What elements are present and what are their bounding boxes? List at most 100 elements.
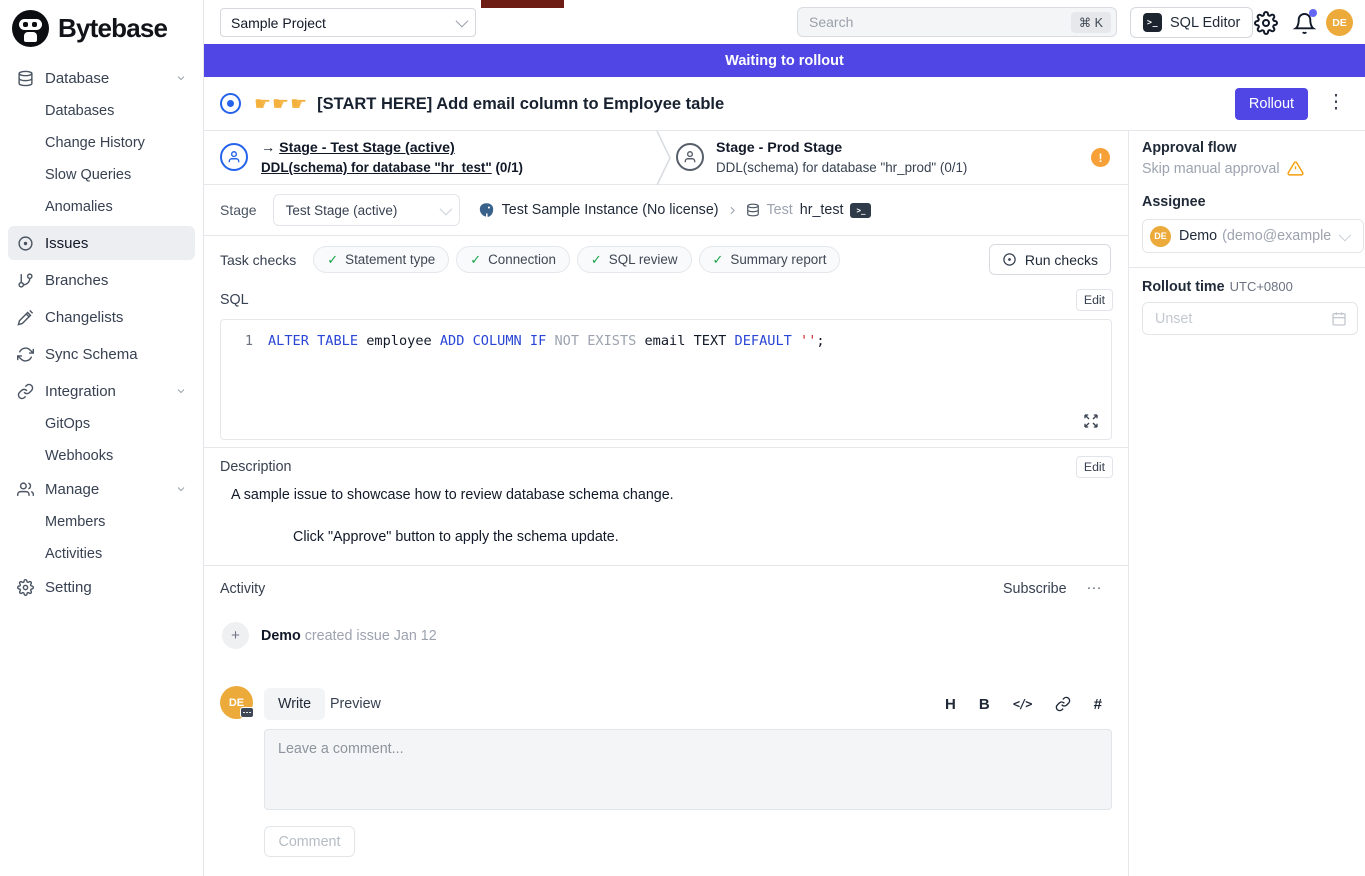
sidebar-item-sync-schema[interactable]: Sync Schema [8,337,195,371]
stage-task-link[interactable]: DDL(schema) for database "hr_test" [261,160,492,175]
sidebar-item-setting[interactable]: Setting [8,570,195,604]
environment-label: Test [767,202,793,218]
sidebar-item-branches[interactable]: Branches [8,263,195,297]
bytebase-logo-icon [12,10,49,47]
more-actions-icon[interactable]: … [1086,576,1103,594]
description-heading: Description [220,459,292,475]
sidebar-item-label: Branches [45,272,187,289]
divider [204,565,1128,566]
divider [1129,267,1365,268]
expand-icon[interactable] [1083,413,1099,429]
issue-header: ☛☛☛ [START HERE] Add email column to Emp… [204,77,1365,131]
calendar-icon [1331,311,1347,327]
skip-approval-text: Skip manual approval [1142,161,1280,177]
run-checks-label: Run checks [1025,252,1098,268]
target-icon [1002,252,1017,267]
tab-preview[interactable]: Preview [330,696,381,712]
pipeline-separator [655,131,673,185]
sidebar-item-label: Sync Schema [45,346,187,363]
notification-dot [1309,9,1317,17]
brand-name: Bytebase [58,13,167,44]
sidebar-item-anomalies[interactable]: Anomalies [8,191,195,223]
comment-button[interactable]: Comment [264,826,355,857]
stage-title[interactable]: Stage - Prod Stage [716,138,967,158]
assignee-select[interactable]: DE Demo (demo@example [1142,219,1364,253]
subscribe-button[interactable]: Subscribe [1003,581,1067,597]
tab-write[interactable]: Write [264,688,325,720]
stage-task-text: DDL(schema) for database "hr_prod" (0/1) [716,158,967,178]
link-icon [16,383,35,400]
rollout-time-placeholder: Unset [1155,311,1192,327]
settings-gear-icon[interactable] [1252,9,1280,37]
kebab-menu-icon[interactable]: ⋮ [1324,91,1348,114]
task-check-badge[interactable]: ✓ Statement type [313,246,449,273]
stage-select-value: Test Stage (active) [286,203,398,218]
sidebar-item-label: Setting [45,579,187,596]
sidebar-item-changelists[interactable]: Changelists [8,300,195,334]
search-input[interactable] [809,14,1071,30]
rollout-button[interactable]: Rollout [1235,88,1308,120]
task-check-label: Statement type [345,252,435,267]
check-icon: ✓ [470,252,481,268]
sidebar-item-change-history[interactable]: Change History [8,127,195,159]
sql-edit-button[interactable]: Edit [1076,289,1113,311]
check-icon: ✓ [327,252,338,268]
notification-bell-icon[interactable] [1290,9,1318,37]
stage-card-test[interactable]: → Stage - Test Stage (active) DDL(schema… [261,138,523,178]
sql-code-block: 1 ALTER TABLE employee ADD COLUMN IF NOT… [220,319,1112,440]
comment-input[interactable] [264,729,1112,810]
timezone-label: UTC+0800 [1230,279,1293,294]
task-checks-label: Task checks [220,252,296,268]
hash-format-icon[interactable]: # [1094,696,1102,713]
database-icon [16,70,35,87]
description-text: Click "Approve" button to apply the sche… [293,529,619,545]
terminal-icon: >_ [1143,13,1162,32]
status-banner-text: Waiting to rollout [725,53,844,69]
sidebar-item-label: Integration [45,383,165,400]
rollout-time-label: Rollout time [1142,279,1225,295]
task-check-badge[interactable]: ✓ Summary report [699,246,841,273]
run-checks-button[interactable]: Run checks [989,244,1111,275]
sidebar-item-databases[interactable]: Databases [8,95,195,127]
sql-code-line: 1 ALTER TABLE employee ADD COLUMN IF NOT… [221,320,1111,349]
sql-editor-button[interactable]: >_ SQL Editor [1130,7,1253,38]
project-select[interactable]: Sample Project [220,8,476,37]
instance-link[interactable]: Test Sample Instance (No license) [502,202,719,218]
stage-card-prod[interactable]: Stage - Prod Stage DDL(schema) for datab… [716,138,967,178]
sidebar-item-gitops[interactable]: GitOps [8,408,195,440]
search-box[interactable]: ⌘ K [797,7,1117,37]
recording-indicator [481,0,564,8]
warning-triangle-icon [1287,160,1304,177]
sidebar-item-integration[interactable]: Integration [8,374,195,408]
sidebar-item-members[interactable]: Members [8,506,195,538]
sidebar-item-webhooks[interactable]: Webhooks [8,440,195,472]
task-check-badge[interactable]: ✓ Connection [456,246,570,273]
issue-side-panel: Approval flow Skip manual approval Assig… [1128,131,1365,876]
task-check-badge[interactable]: ✓ SQL review [577,246,692,273]
open-in-sql-editor-icon[interactable]: >_ [850,203,871,218]
line-number: 1 [233,333,253,349]
user-avatar[interactable]: DE [1326,9,1353,36]
postgres-elephant-icon [478,202,495,219]
heading-format-icon[interactable]: H [945,696,956,713]
stage-select[interactable]: Test Stage (active) [273,194,460,226]
code-format-icon[interactable]: </> [1013,697,1032,711]
rollout-time-input[interactable]: Unset [1142,302,1358,335]
search-shortcut-badge: ⌘ K [1071,12,1111,33]
sidebar-item-activities[interactable]: Activities [8,538,195,570]
bytebase-logo[interactable]: Bytebase [0,0,203,55]
database-link[interactable]: hr_test [800,202,844,218]
divider [204,447,1128,448]
sidebar-item-database[interactable]: Database [8,61,195,95]
task-checks-row: Task checks ✓ Statement type ✓ Connectio… [204,236,1128,283]
activity-heading: Activity [220,581,265,597]
sidebar-item-manage[interactable]: Manage [8,472,195,506]
assignee-heading: Assignee [1142,194,1206,210]
bold-format-icon[interactable]: B [979,696,990,713]
sidebar-item-issues[interactable]: Issues [8,226,195,260]
sidebar-item-slow-queries[interactable]: Slow Queries [8,159,195,191]
sql-heading: SQL [220,292,249,308]
description-edit-button[interactable]: Edit [1076,456,1113,478]
link-format-icon[interactable] [1055,696,1071,712]
stage-title[interactable]: Stage - Test Stage (active) [279,140,455,156]
